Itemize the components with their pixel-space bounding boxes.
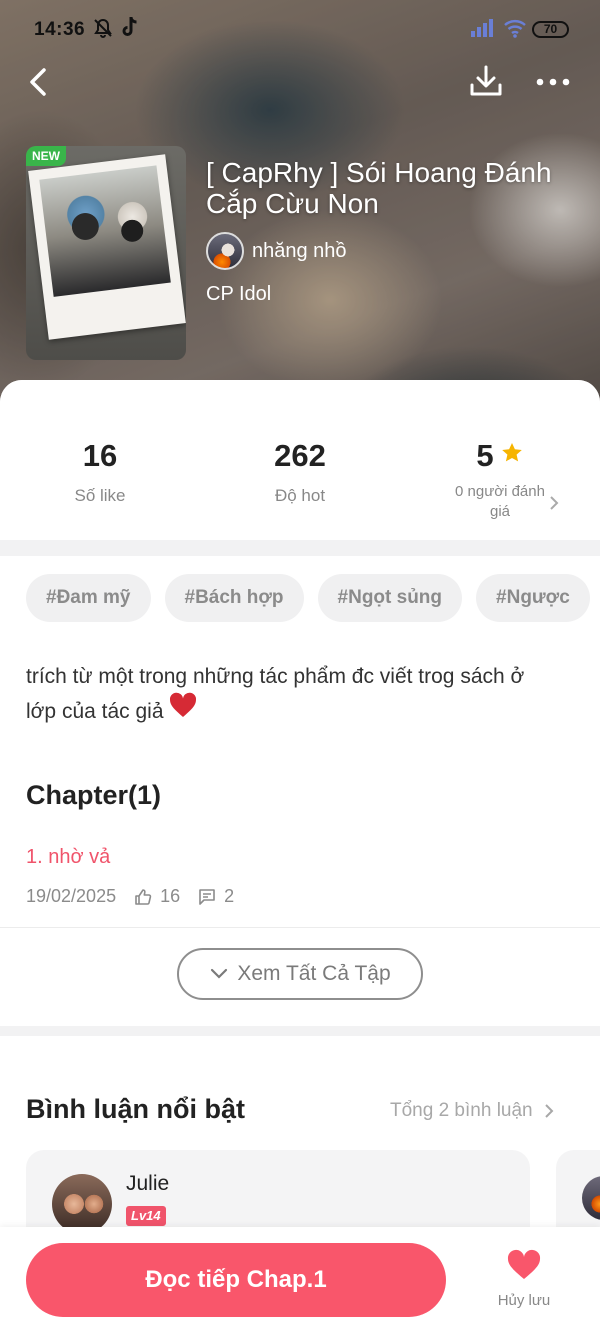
new-badge: NEW [26,146,66,166]
comment-icon [199,888,215,905]
story-title: [ CapRhy ] Sói Hoang Đánh Cắp Cừu Non [206,157,552,219]
download-icon[interactable] [468,63,504,99]
commenter-level-badge: Lv14 [126,1206,166,1226]
author-info[interactable]: nhăng nhồ [206,231,347,271]
view-all-chapters-button[interactable]: Xem Tất Cả Tập [177,948,423,1000]
unsave-button[interactable]: Hủy lưu [484,1249,564,1309]
chapter-meta: 19/02/2025 16 2 [26,886,234,907]
commenter-avatar[interactable] [582,1176,600,1220]
chapter-likes: 16 [134,886,180,907]
story-cover-image[interactable]: NEW [26,146,186,360]
divider [0,927,600,928]
heart-emoji-icon [168,692,198,729]
chapter-link[interactable]: 1. nhờ vả [26,846,110,869]
commenter-avatar[interactable] [52,1174,112,1234]
back-arrow-icon[interactable] [24,62,54,102]
hot-label: Độ hot [274,486,326,505]
tiktok-icon [120,15,140,44]
stat-rating[interactable]: 5 0 người đánh giá [400,438,600,522]
story-description: trích từ một trong những tác phẩm đc viế… [26,660,546,731]
thumbs-up-icon [135,888,152,905]
comments-total-link[interactable]: Tổng 2 bình luận [390,1100,555,1122]
story-detail-screen: 14:36 70 NEW [ CapRhy ] Sói Hoang Đánh C… [0,0,600,1333]
more-icon[interactable] [534,68,572,96]
chevron-right-icon [544,1104,554,1118]
chapter-comments-count: 2 [224,886,235,906]
bottom-action-bar: Đọc tiếp Chap.1 Hủy lưu [0,1227,600,1333]
tag-item[interactable]: #Ngược [476,574,590,622]
rating-label: 0 người đánh giá [455,482,545,520]
author-avatar[interactable] [206,232,244,270]
signal-icon [470,19,496,42]
chapter-comments: 2 [198,886,234,907]
heart-icon [507,1249,541,1279]
description-text: trích từ một trong những tác phẩm đc viế… [26,665,525,724]
stat-likes: 16 Số like [0,438,200,506]
stat-hot: 262 Độ hot [200,438,400,506]
chapter-likes-count: 16 [160,886,181,906]
rating-value: 5 [476,438,494,473]
status-bar: 14:36 70 [0,0,600,60]
likes-label: Số like [74,486,126,505]
cover-polaroid [28,154,186,340]
chevron-down-icon [211,968,228,979]
likes-count: 16 [82,438,118,473]
status-time: 14:36 [34,19,86,40]
battery-indicator: 70 [532,21,569,38]
tag-item[interactable]: #Ngọt sủng [317,574,463,622]
unsave-label: Hủy lưu [497,1292,551,1309]
chapter-date: 19/02/2025 [26,886,117,906]
wifi-icon [503,18,527,43]
cover-photo [39,165,171,297]
commenter-name: Julie [126,1172,170,1195]
content-sheet: 16 Số like 262 Độ hot 5 0 người đánh giá… [0,380,600,1333]
tag-item[interactable]: #Bách hợp [164,574,304,622]
stats-panel: 16 Số like 262 Độ hot 5 0 người đánh giá [0,380,600,540]
hot-count: 262 [274,438,326,473]
comments-heading: Bình luận nổi bật [26,1094,245,1124]
chapter-heading: Chapter(1) [26,780,162,810]
comments-total[interactable]: Tổng 2 bình luận [390,1100,533,1122]
tag-list: #Đam mỹ #Bách hợp #Ngọt sủng #Ngược [26,574,600,622]
view-all-label: Xem Tất Cả Tập [237,962,391,985]
story-category[interactable]: CP Idol [206,283,271,306]
chevron-right-icon[interactable] [548,494,560,517]
tag-item[interactable]: #Đam mỹ [26,574,151,622]
story-body: #Đam mỹ #Bách hợp #Ngọt sủng #Ngược tríc… [0,556,600,1026]
star-icon [500,437,524,473]
author-name[interactable]: nhăng nhồ [252,240,347,263]
continue-reading-button[interactable]: Đọc tiếp Chap.1 [26,1243,446,1317]
mute-icon [92,17,114,44]
